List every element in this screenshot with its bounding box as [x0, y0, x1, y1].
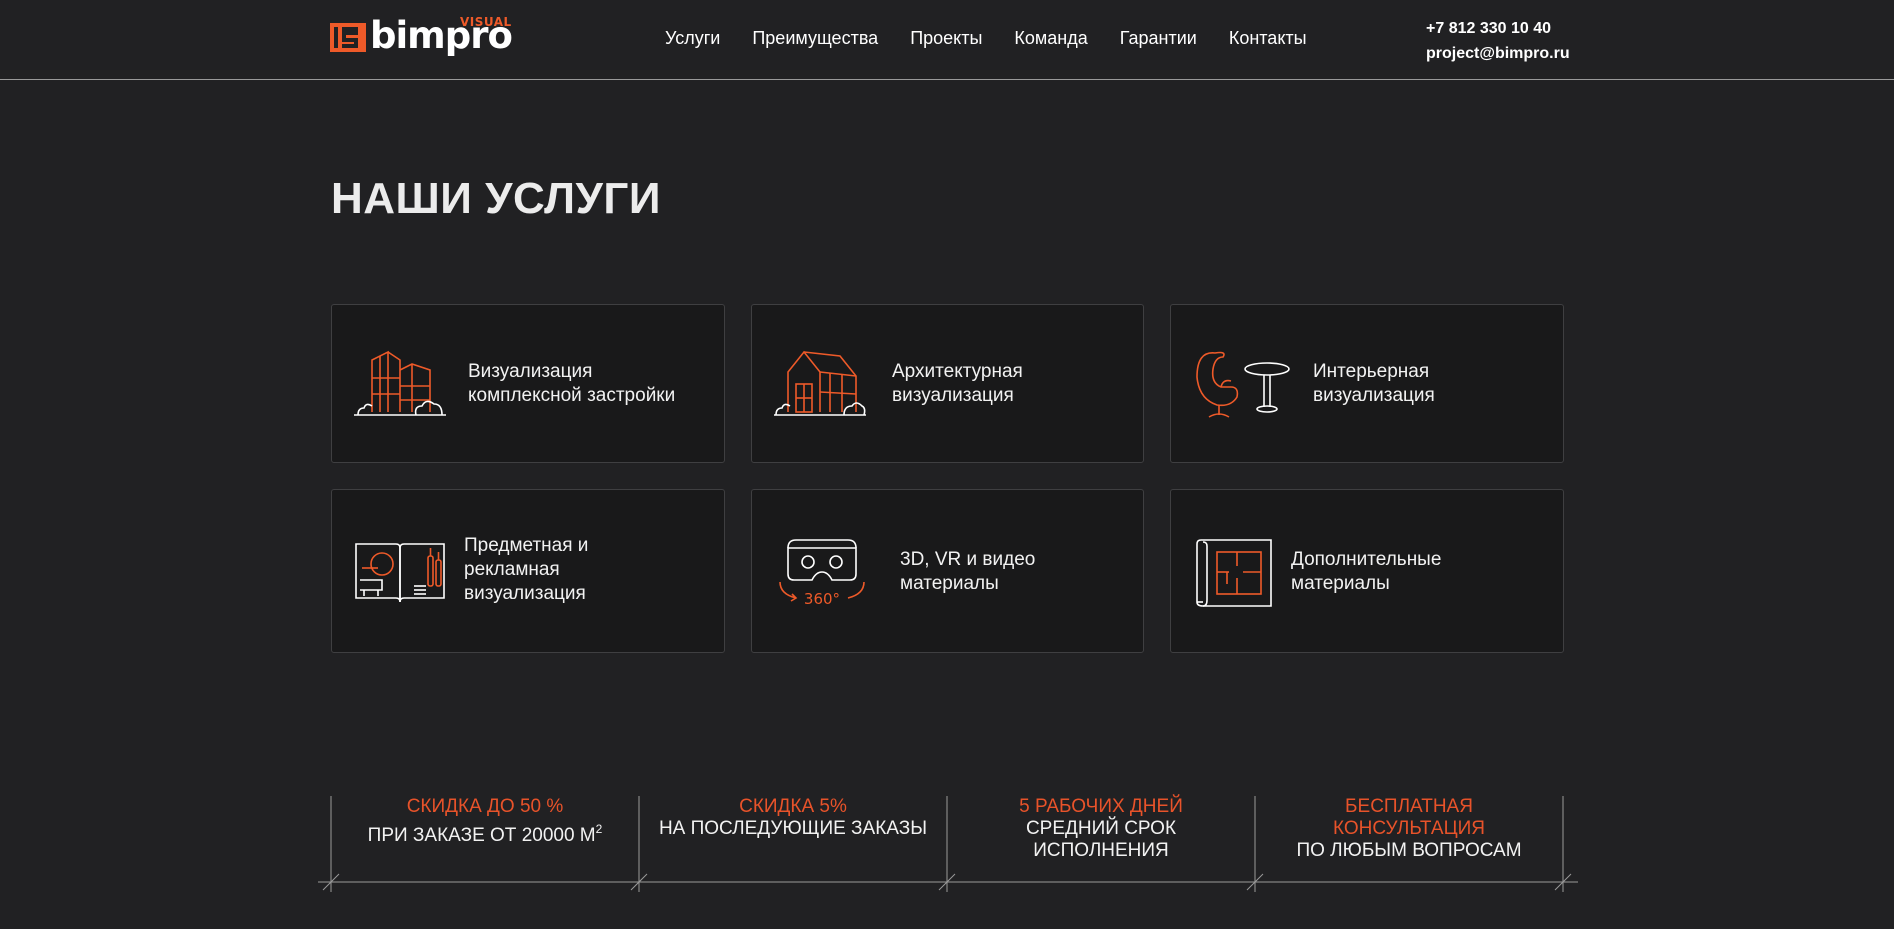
stat-text-main: ПРИ ЗАКАЗЕ ОТ 20000 М — [367, 825, 596, 846]
egg-chair-icon — [1196, 351, 1290, 418]
email-link[interactable]: project@bimpro.ru — [1426, 41, 1570, 66]
nav-item-team[interactable]: Команда — [1014, 28, 1087, 49]
stat-text: ПО ЛЮБЫМ ВОПРОСАМ — [1296, 840, 1522, 861]
stat-accent: БЕСПЛАТНАЯ КОНСУЛЬТАЦИЯ — [1333, 796, 1485, 839]
logo[interactable]: bimpro VISUAL — [330, 15, 513, 58]
service-label: Предметная и рекламная визуализация — [464, 535, 589, 604]
phone-link[interactable]: +7 812 330 10 40 — [1426, 16, 1570, 41]
stat-discount-5: СКИДКА 5% НА ПОСЛЕДУЮЩИЕ ЗАКАЗЫ — [648, 796, 938, 840]
stat-accent: СКИДКА 5% — [739, 796, 847, 817]
main-nav: Услуги Преимущества Проекты Команда Гара… — [665, 28, 1339, 49]
logo-subtitle: VISUAL — [460, 15, 512, 29]
logo-mark-icon — [330, 23, 366, 52]
service-label: Архитектурная визуализация — [892, 361, 1023, 406]
stat-text: ПРИ ЗАКАЗЕ ОТ 20000 М2 — [340, 818, 630, 847]
service-card-additional[interactable]: Дополнительные материалы — [1170, 489, 1564, 653]
site-header: bimpro VISUAL Услуги Преимущества Проект… — [0, 0, 1894, 80]
buildings-icon — [354, 350, 446, 416]
service-card-interior[interactable]: Интерьерная визуализация — [1170, 304, 1564, 463]
service-label: Дополнительные материалы — [1291, 549, 1442, 594]
product-book-icon — [355, 543, 445, 603]
vr-headset-icon: 360° — [779, 539, 865, 608]
nav-item-services[interactable]: Услуги — [665, 28, 720, 49]
nav-item-advantages[interactable]: Преимущества — [752, 28, 878, 49]
service-card-3d-vr-video[interactable]: 360° 3D, VR и видео материалы — [751, 489, 1144, 653]
service-label: Интерьерная визуализация — [1313, 361, 1435, 406]
stat-turnaround: 5 РАБОЧИХ ДНЕЙ СРЕДНИЙ СРОК ИСПОЛНЕНИЯ — [956, 796, 1246, 862]
nav-item-contacts[interactable]: Контакты — [1229, 28, 1307, 49]
header-contacts: +7 812 330 10 40 project@bimpro.ru — [1426, 16, 1570, 66]
stat-text: СРЕДНИЙ СРОК ИСПОЛНЕНИЯ — [1025, 818, 1177, 861]
stat-accent: 5 РАБОЧИХ ДНЕЙ — [1019, 796, 1183, 817]
service-card-complex-development[interactable]: Визуализация комплексной застройки — [331, 304, 725, 463]
service-label: 3D, VR и видео материалы — [900, 549, 1036, 594]
stat-superscript: 2 — [595, 822, 603, 836]
vr-360-caption: 360° — [804, 590, 840, 608]
page-title: НАШИ УСЛУГИ — [331, 174, 661, 223]
stat-consultation: БЕСПЛАТНАЯ КОНСУЛЬТАЦИЯ ПО ЛЮБЫМ ВОПРОСА… — [1264, 796, 1554, 862]
service-label: Визуализация комплексной застройки — [468, 361, 676, 406]
stat-accent: СКИДКА ДО 50 % — [406, 796, 564, 817]
nav-item-guarantees[interactable]: Гарантии — [1120, 28, 1197, 49]
service-card-architectural[interactable]: Архитектурная визуализация — [751, 304, 1144, 463]
floor-plan-icon — [1196, 539, 1272, 607]
stats-dimension-lines — [318, 796, 1578, 892]
service-card-product[interactable]: Предметная и рекламная визуализация — [331, 489, 725, 653]
house-icon — [774, 350, 866, 416]
stat-discount-50: СКИДКА ДО 50 % ПРИ ЗАКАЗЕ ОТ 20000 М2 — [340, 796, 630, 847]
nav-item-projects[interactable]: Проекты — [910, 28, 982, 49]
stat-text: НА ПОСЛЕДУЮЩИЕ ЗАКАЗЫ — [658, 818, 928, 839]
